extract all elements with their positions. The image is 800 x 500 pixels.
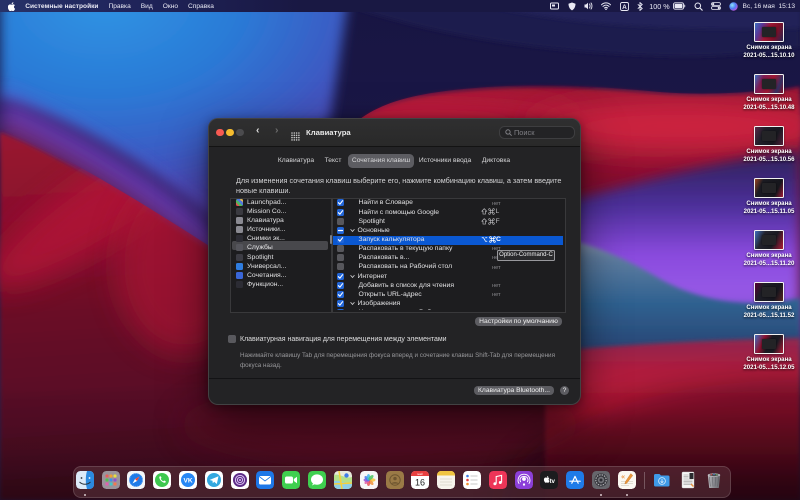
svg-text:tv: tv	[550, 478, 556, 485]
svg-text:май: май	[418, 472, 424, 476]
svg-text:VK: VK	[183, 478, 192, 485]
svg-text:A: A	[622, 3, 627, 10]
svg-text:16: 16	[415, 478, 425, 488]
svg-text:«: «	[621, 472, 625, 481]
